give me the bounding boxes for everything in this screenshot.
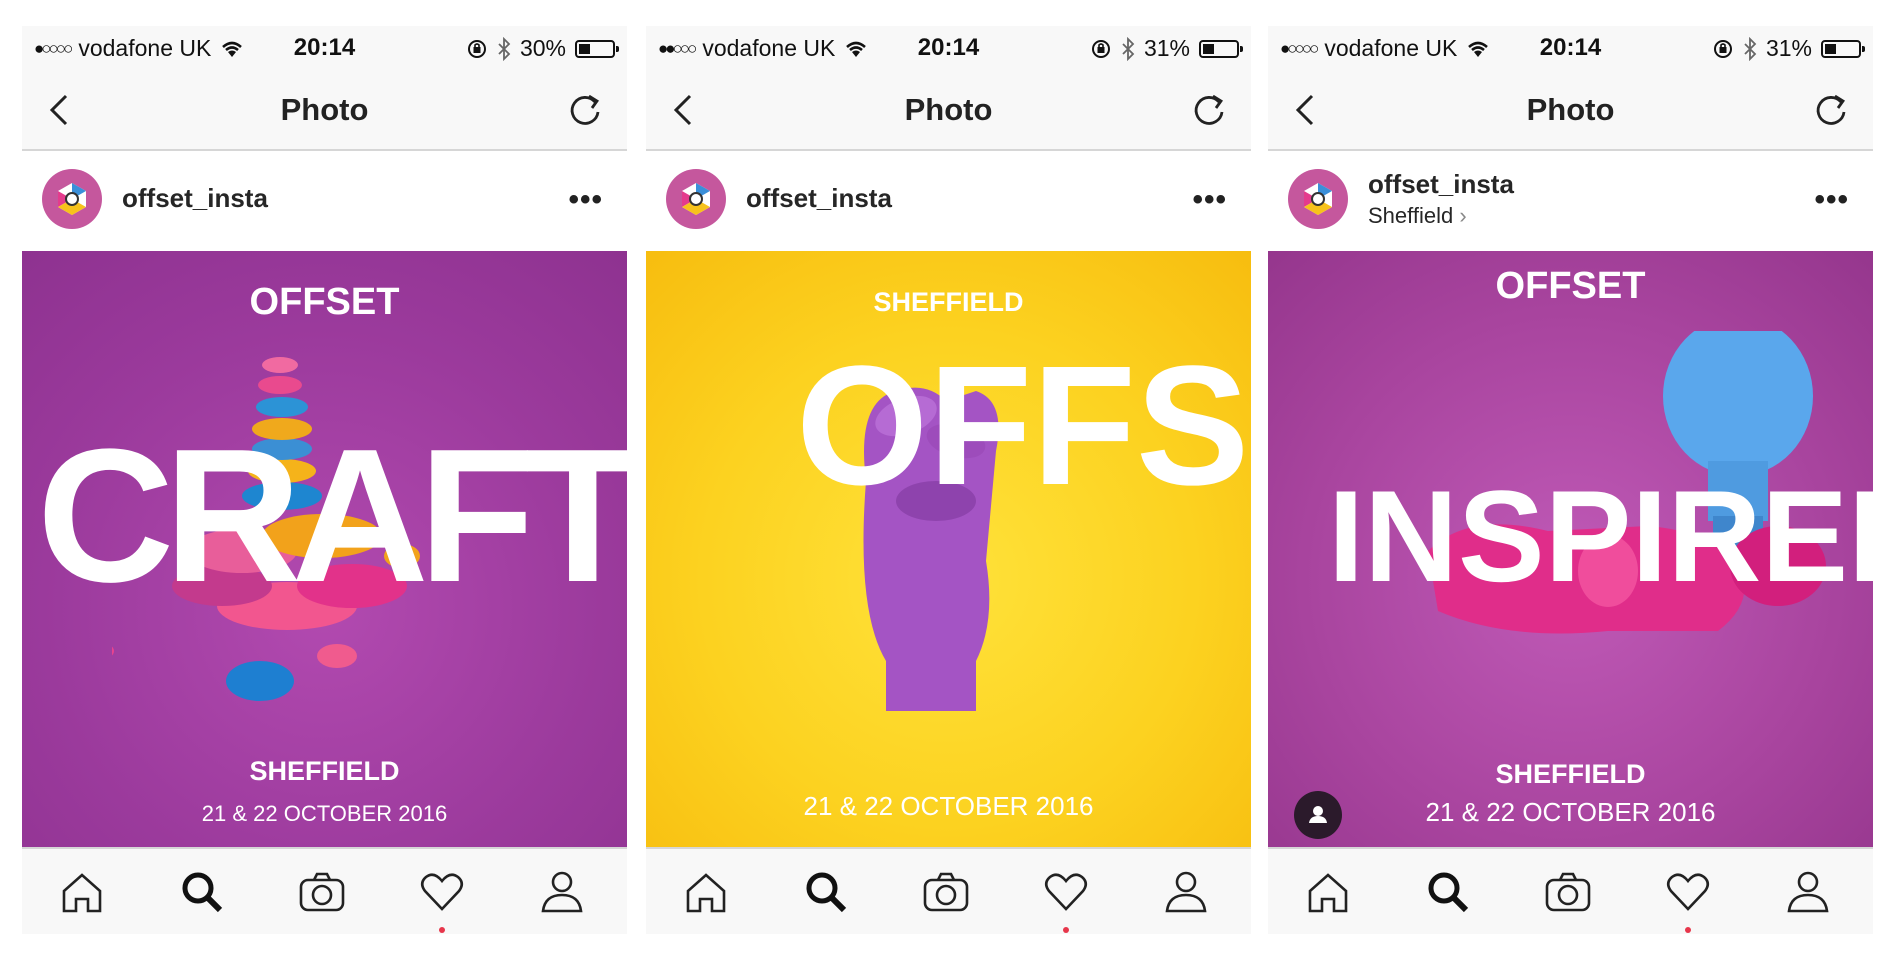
nav-bar: Photo: [1268, 70, 1873, 151]
poster-date: 21 & 22 OCTOBER 2016: [1425, 797, 1716, 827]
battery-percent: 31%: [1765, 35, 1812, 61]
tab-camera[interactable]: [297, 867, 347, 917]
notification-dot: [439, 927, 445, 933]
post-header: offset_insta •••: [646, 151, 1251, 251]
post-location[interactable]: Sheffield ›: [1368, 203, 1467, 229]
avatar[interactable]: [42, 169, 102, 229]
post-header: offset_insta •••: [22, 151, 627, 251]
phone-screen-3: ●○○○○ vodafone UK 20:14 31% Photo offset…: [1268, 26, 1873, 934]
page-title: Photo: [1526, 92, 1615, 127]
nav-bar: Photo: [22, 70, 627, 151]
battery-icon: [1821, 39, 1865, 58]
camera-icon: [299, 872, 345, 912]
post-image[interactable]: SHEFFIELD OFFSET 21 & 22 OCTOBER 2016: [646, 251, 1251, 847]
poster-city: SHEFFIELD: [1495, 759, 1646, 789]
phone-screen-1: ●○○○○ vodafone UK 20:14 30% Photo offset…: [22, 26, 627, 934]
notification-dot: [1063, 927, 1069, 933]
poster-date: 21 & 22 OCTOBER 2016: [803, 791, 1094, 821]
more-options-icon[interactable]: •••: [1192, 183, 1227, 217]
post-username[interactable]: offset_insta: [122, 183, 268, 214]
chevron-right-icon: ›: [1459, 203, 1467, 228]
avatar[interactable]: [1288, 169, 1348, 229]
post-image[interactable]: OFFSET INSPIRED SHEFFIELD 21 & 22 OCTOBE…: [1268, 251, 1873, 847]
tab-profile[interactable]: [1161, 867, 1211, 917]
tab-activity[interactable]: [417, 867, 467, 933]
heart-icon: [420, 873, 464, 911]
more-options-icon[interactable]: •••: [568, 183, 603, 217]
orientation-lock-icon: [1091, 39, 1110, 58]
tab-activity[interactable]: [1041, 867, 1091, 933]
status-bar: ●●○○○ vodafone UK 20:14 31%: [646, 26, 1251, 70]
page-title: Photo: [904, 92, 993, 127]
poster-date: 21 & 22 OCTOBER 2016: [201, 801, 448, 826]
tab-home[interactable]: [1303, 867, 1353, 917]
refresh-icon[interactable]: [1189, 90, 1229, 130]
status-bar: ●○○○○ vodafone UK 20:14 31%: [1268, 26, 1873, 70]
tab-camera[interactable]: [1543, 867, 1593, 917]
poster-headline: CRAFTY: [37, 410, 627, 622]
poster-headline: OFFSET: [796, 331, 1251, 521]
more-options-icon[interactable]: •••: [1814, 183, 1849, 217]
bluetooth-icon: [1122, 36, 1135, 61]
battery-icon: [1199, 39, 1243, 58]
battery-percent: 31%: [1143, 35, 1190, 61]
tab-profile[interactable]: [1783, 867, 1833, 917]
poster-top-text: OFFSET: [249, 281, 400, 323]
home-icon: [62, 873, 102, 913]
camera-icon: [1545, 872, 1591, 912]
status-bar: ●○○○○ vodafone UK 20:14 30%: [22, 26, 627, 70]
location-label: Sheffield: [1368, 203, 1454, 228]
orientation-lock-icon: [1713, 39, 1732, 58]
tab-profile[interactable]: [537, 867, 587, 917]
heart-icon: [1666, 873, 1710, 911]
refresh-icon[interactable]: [565, 90, 605, 130]
search-icon: [806, 872, 847, 913]
home-icon: [686, 873, 726, 913]
profile-icon: [541, 871, 583, 913]
tab-activity[interactable]: [1663, 867, 1713, 933]
profile-icon: [1787, 871, 1829, 913]
poster-city: SHEFFIELD: [249, 756, 400, 786]
post-username[interactable]: offset_insta: [1368, 169, 1514, 200]
tab-search[interactable]: [177, 867, 227, 917]
refresh-icon[interactable]: [1811, 90, 1851, 130]
poster-headline: INSPIRED: [1328, 463, 1873, 609]
tab-home[interactable]: [57, 867, 107, 917]
phone-screen-2: ●●○○○ vodafone UK 20:14 31% Photo offset…: [646, 26, 1251, 934]
battery-percent: 30%: [519, 35, 566, 61]
page-title: Photo: [280, 92, 369, 127]
tab-camera[interactable]: [921, 867, 971, 917]
search-icon: [1428, 872, 1469, 913]
post-username[interactable]: offset_insta: [746, 183, 892, 214]
tab-bar: [646, 847, 1251, 934]
tab-bar: [22, 847, 627, 934]
poster-top-text: SHEFFIELD: [873, 287, 1024, 317]
nav-bar: Photo: [646, 70, 1251, 151]
camera-icon: [923, 872, 969, 912]
tab-search[interactable]: [1423, 867, 1473, 917]
tab-bar: [1268, 847, 1873, 934]
search-icon: [182, 872, 223, 913]
tab-search[interactable]: [801, 867, 851, 917]
profile-icon: [1165, 871, 1207, 913]
bluetooth-icon: [498, 36, 511, 61]
poster-top-text: OFFSET: [1495, 265, 1646, 307]
avatar[interactable]: [666, 169, 726, 229]
bluetooth-icon: [1744, 36, 1757, 61]
post-image[interactable]: OFFSET CRAFTY SHEFFIELD 21 & 22 OCTOBER …: [22, 251, 627, 847]
post-header: offset_insta Sheffield › •••: [1268, 151, 1873, 251]
orientation-lock-icon: [467, 39, 486, 58]
notification-dot: [1685, 927, 1691, 933]
home-icon: [1308, 873, 1348, 913]
tab-home[interactable]: [681, 867, 731, 917]
battery-icon: [575, 39, 619, 58]
heart-icon: [1044, 873, 1088, 911]
